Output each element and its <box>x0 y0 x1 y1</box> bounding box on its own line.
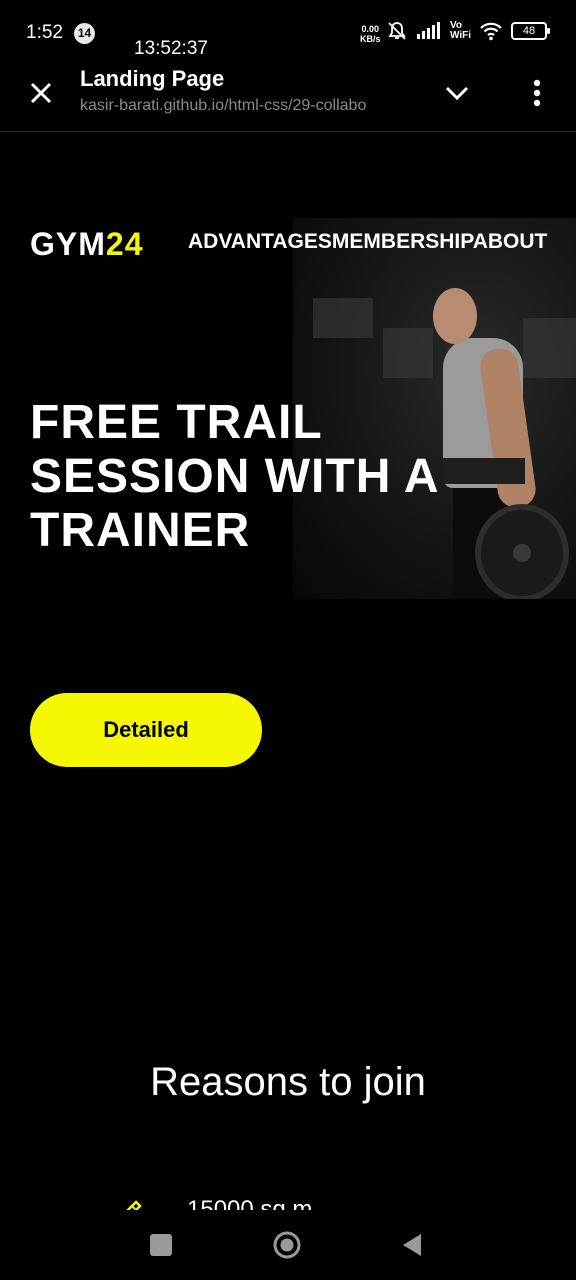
logo-accent: 24 <box>105 226 144 262</box>
gym-window <box>313 298 373 338</box>
status-time: 1:52 <box>26 22 63 43</box>
hero-title-line-2: SESSION WITH A <box>30 450 440 503</box>
more-vert-icon[interactable] <box>522 76 552 110</box>
net-speed-value: 0.00 <box>361 24 380 34</box>
net-speed-unit: KB/s <box>360 34 381 44</box>
gym-window <box>383 328 433 378</box>
back-icon[interactable] <box>401 1233 423 1257</box>
nav-advantages[interactable]: ADVANTAGES <box>188 230 332 253</box>
reason-item: 15000 sq.m. <box>112 1192 432 1212</box>
status-bar: 1:52 14 13:52:37 0.00 KB/s Vo WiFi 48 <box>0 0 576 62</box>
system-nav-bar <box>0 1210 576 1280</box>
close-icon[interactable] <box>24 76 58 110</box>
logo-main: GYM <box>30 226 106 262</box>
volte-line2: WiFi <box>450 30 472 41</box>
wifi-icon <box>480 22 502 41</box>
reasons-title: Reasons to join <box>150 1060 426 1104</box>
site-nav: ADVANTAGESMEMBERSHIPABOUT <box>188 230 576 254</box>
mute-icon <box>388 22 406 40</box>
status-icons: Vo WiFi 48 <box>386 20 551 42</box>
page-url[interactable]: kasir-barati.github.io/html-css/29-colla… <box>80 97 420 115</box>
athlete-head <box>433 288 477 344</box>
signal-icon <box>417 22 440 39</box>
nav-about[interactable]: ABOUT <box>473 230 548 253</box>
net-speed: 0.00 KB/s <box>360 24 381 44</box>
chevron-down-icon[interactable] <box>442 78 472 108</box>
recent-apps-icon[interactable] <box>150 1234 172 1256</box>
clock-overlay: 13:52:37 <box>134 38 208 59</box>
page-title: Landing Page <box>80 66 225 91</box>
notification-badge: 14 <box>74 23 95 44</box>
nav-membership[interactable]: MEMBERSHIP <box>332 230 473 253</box>
home-icon[interactable] <box>273 1231 301 1259</box>
hero-title-line-3: TRAINER <box>30 504 251 557</box>
battery-icon: 48 <box>511 22 551 40</box>
hero-title: FREE TRAIL SESSION WITH A TRAINER <box>30 396 550 558</box>
brand-logo[interactable]: GYM24 <box>30 226 143 263</box>
hero-title-line-1: FREE TRAIL <box>30 396 323 449</box>
detailed-button[interactable]: Detailed <box>30 693 262 767</box>
gym-window <box>523 318 576 378</box>
volte-indicator: Vo WiFi <box>450 21 471 41</box>
browser-toolbar: Landing Page kasir-barati.github.io/html… <box>0 62 576 132</box>
